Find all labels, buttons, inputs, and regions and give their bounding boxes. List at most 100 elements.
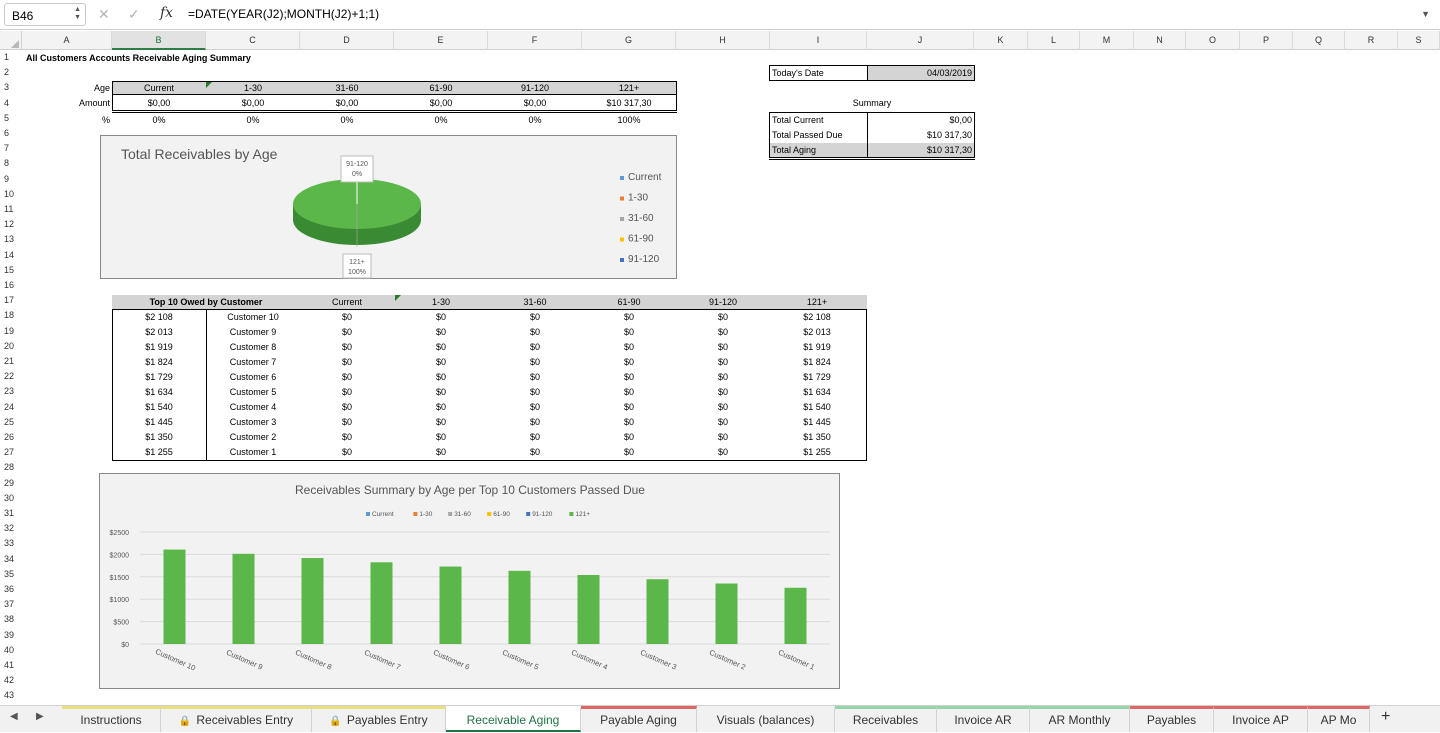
top10-value[interactable]: $1 445 — [770, 416, 864, 429]
row-header[interactable]: 12 — [0, 217, 22, 232]
age-amount[interactable]: $0,00 — [488, 97, 582, 110]
row-header[interactable]: 9 — [0, 172, 22, 187]
top10-value[interactable]: $0 — [488, 446, 582, 459]
top10-value[interactable]: $0 — [582, 341, 676, 354]
top10-value[interactable]: $2 108 — [770, 311, 864, 324]
pie-chart[interactable]: Total Receivables by Age 91-120 0% 121+ 100… — [100, 135, 677, 279]
summary-label[interactable]: Summary — [769, 97, 975, 110]
column-header-h[interactable]: H — [676, 31, 770, 50]
column-header-e[interactable]: E — [394, 31, 488, 50]
row-header[interactable]: 26 — [0, 430, 22, 445]
sheet-tab-instructions[interactable]: Instructions — [62, 706, 161, 732]
top10-value[interactable]: $0 — [676, 401, 770, 414]
bar-legend-label[interactable]: 121+ — [575, 511, 590, 518]
top10-value[interactable]: $0 — [582, 431, 676, 444]
top10-value[interactable]: $0 — [300, 386, 394, 399]
age-bucket-header[interactable]: 31-60 — [300, 82, 394, 95]
age-percent[interactable]: 0% — [394, 114, 488, 127]
bar-legend-label[interactable]: 31-60 — [454, 511, 471, 518]
row-header[interactable]: 20 — [0, 339, 22, 354]
top10-value[interactable]: $0 — [300, 416, 394, 429]
age-amount[interactable]: $0,00 — [394, 97, 488, 110]
sheet-tab-ar-monthly[interactable]: AR Monthly — [1030, 706, 1130, 732]
sheet-tab-invoice-ar[interactable]: Invoice AR — [937, 706, 1030, 732]
summary-label-cell[interactable]: Total Current — [772, 114, 866, 127]
top10-total[interactable]: $1 919 — [112, 341, 206, 354]
top10-value[interactable]: $1 919 — [770, 341, 864, 354]
age-amount[interactable]: $0,00 — [300, 97, 394, 110]
top10-total[interactable]: $1 634 — [112, 386, 206, 399]
row-header[interactable]: 18 — [0, 308, 22, 323]
sheet-tab-receivable-aging[interactable]: Receivable Aging — [446, 706, 581, 732]
row-header[interactable]: 7 — [0, 141, 22, 156]
row-header[interactable]: 42 — [0, 673, 22, 688]
top10-customer[interactable]: Customer 7 — [206, 356, 300, 369]
top10-value[interactable]: $0 — [676, 446, 770, 459]
next-sheet-icon[interactable]: ▶ — [36, 711, 44, 722]
top10-value[interactable]: $0 — [488, 371, 582, 384]
chevron-down-icon[interactable]: ▼ — [1421, 9, 1430, 19]
top10-customer[interactable]: Customer 3 — [206, 416, 300, 429]
top10-value[interactable]: $0 — [394, 416, 488, 429]
bar-customer-1[interactable] — [784, 587, 807, 644]
column-header-f[interactable]: F — [488, 31, 582, 50]
top10-value[interactable]: $0 — [582, 401, 676, 414]
top10-value[interactable]: $0 — [488, 386, 582, 399]
top10-value[interactable]: $0 — [676, 326, 770, 339]
summary-label-cell[interactable]: Total Aging — [772, 144, 866, 157]
top10-customer[interactable]: Customer 8 — [206, 341, 300, 354]
row-header[interactable]: 3 — [0, 80, 22, 95]
prev-sheet-icon[interactable]: ◀ — [10, 711, 18, 722]
top10-total[interactable]: $1 255 — [112, 446, 206, 459]
row-header[interactable]: 34 — [0, 552, 22, 567]
bar-customer-5[interactable] — [508, 570, 531, 644]
pie-legend-label[interactable]: 31-60 — [628, 213, 654, 224]
summary-label-cell[interactable]: Total Passed Due — [772, 129, 866, 142]
top10-total[interactable]: $1 824 — [112, 356, 206, 369]
top10-value[interactable]: $0 — [582, 371, 676, 384]
age-percent[interactable]: 0% — [488, 114, 582, 127]
column-header-b[interactable]: B — [112, 31, 206, 50]
bar-legend-label[interactable]: 91-120 — [532, 511, 553, 518]
column-header-q[interactable]: Q — [1293, 31, 1345, 50]
top10-value[interactable]: $1 634 — [770, 386, 864, 399]
row-header[interactable]: 24 — [0, 400, 22, 415]
row-header[interactable]: 25 — [0, 415, 22, 430]
row-header[interactable]: 4 — [0, 96, 22, 111]
column-header-l[interactable]: L — [1028, 31, 1080, 50]
age-percent[interactable]: 0% — [206, 114, 300, 127]
top10-value[interactable]: $0 — [300, 431, 394, 444]
summary-value-cell[interactable]: $0,00 — [870, 114, 972, 127]
top10-value[interactable]: $0 — [394, 446, 488, 459]
top10-value[interactable]: $1 824 — [770, 356, 864, 369]
pie-legend-label[interactable]: 61-90 — [628, 234, 654, 245]
column-header-d[interactable]: D — [300, 31, 394, 50]
row-header[interactable]: 11 — [0, 202, 22, 217]
row-header[interactable]: 17 — [0, 293, 22, 308]
top10-customer[interactable]: Customer 4 — [206, 401, 300, 414]
top10-value[interactable]: $1 540 — [770, 401, 864, 414]
column-header-j[interactable]: J — [867, 31, 974, 50]
top10-total[interactable]: $2 108 — [112, 311, 206, 324]
age-bucket-header[interactable]: 121+ — [582, 82, 676, 95]
age-bucket-header[interactable]: 91-120 — [488, 82, 582, 95]
top10-total[interactable]: $1 445 — [112, 416, 206, 429]
bar-chart[interactable]: Receivables Summary by Age per Top 10 Cu… — [99, 473, 840, 689]
sheet-tab-payables[interactable]: Payables — [1130, 706, 1214, 732]
row-header[interactable]: 35 — [0, 567, 22, 582]
top10-value[interactable]: $0 — [394, 341, 488, 354]
todays-date-label[interactable]: Today's Date — [772, 67, 824, 80]
top10-header[interactable]: Top 10 Owed by Customer — [112, 296, 300, 309]
row-header[interactable]: 19 — [0, 324, 22, 339]
top10-value[interactable]: $2 013 — [770, 326, 864, 339]
row-header[interactable]: 15 — [0, 263, 22, 278]
age-bucket-header[interactable]: 61-90 — [394, 82, 488, 95]
top10-value[interactable]: $0 — [394, 431, 488, 444]
top10-column-header[interactable]: 31-60 — [488, 296, 582, 309]
select-all-corner[interactable] — [0, 31, 22, 50]
column-header-p[interactable]: P — [1240, 31, 1293, 50]
row-header[interactable]: 23 — [0, 384, 22, 399]
bar-customer-8[interactable] — [301, 558, 324, 644]
row-header[interactable]: 32 — [0, 521, 22, 536]
top10-value[interactable]: $0 — [676, 311, 770, 324]
